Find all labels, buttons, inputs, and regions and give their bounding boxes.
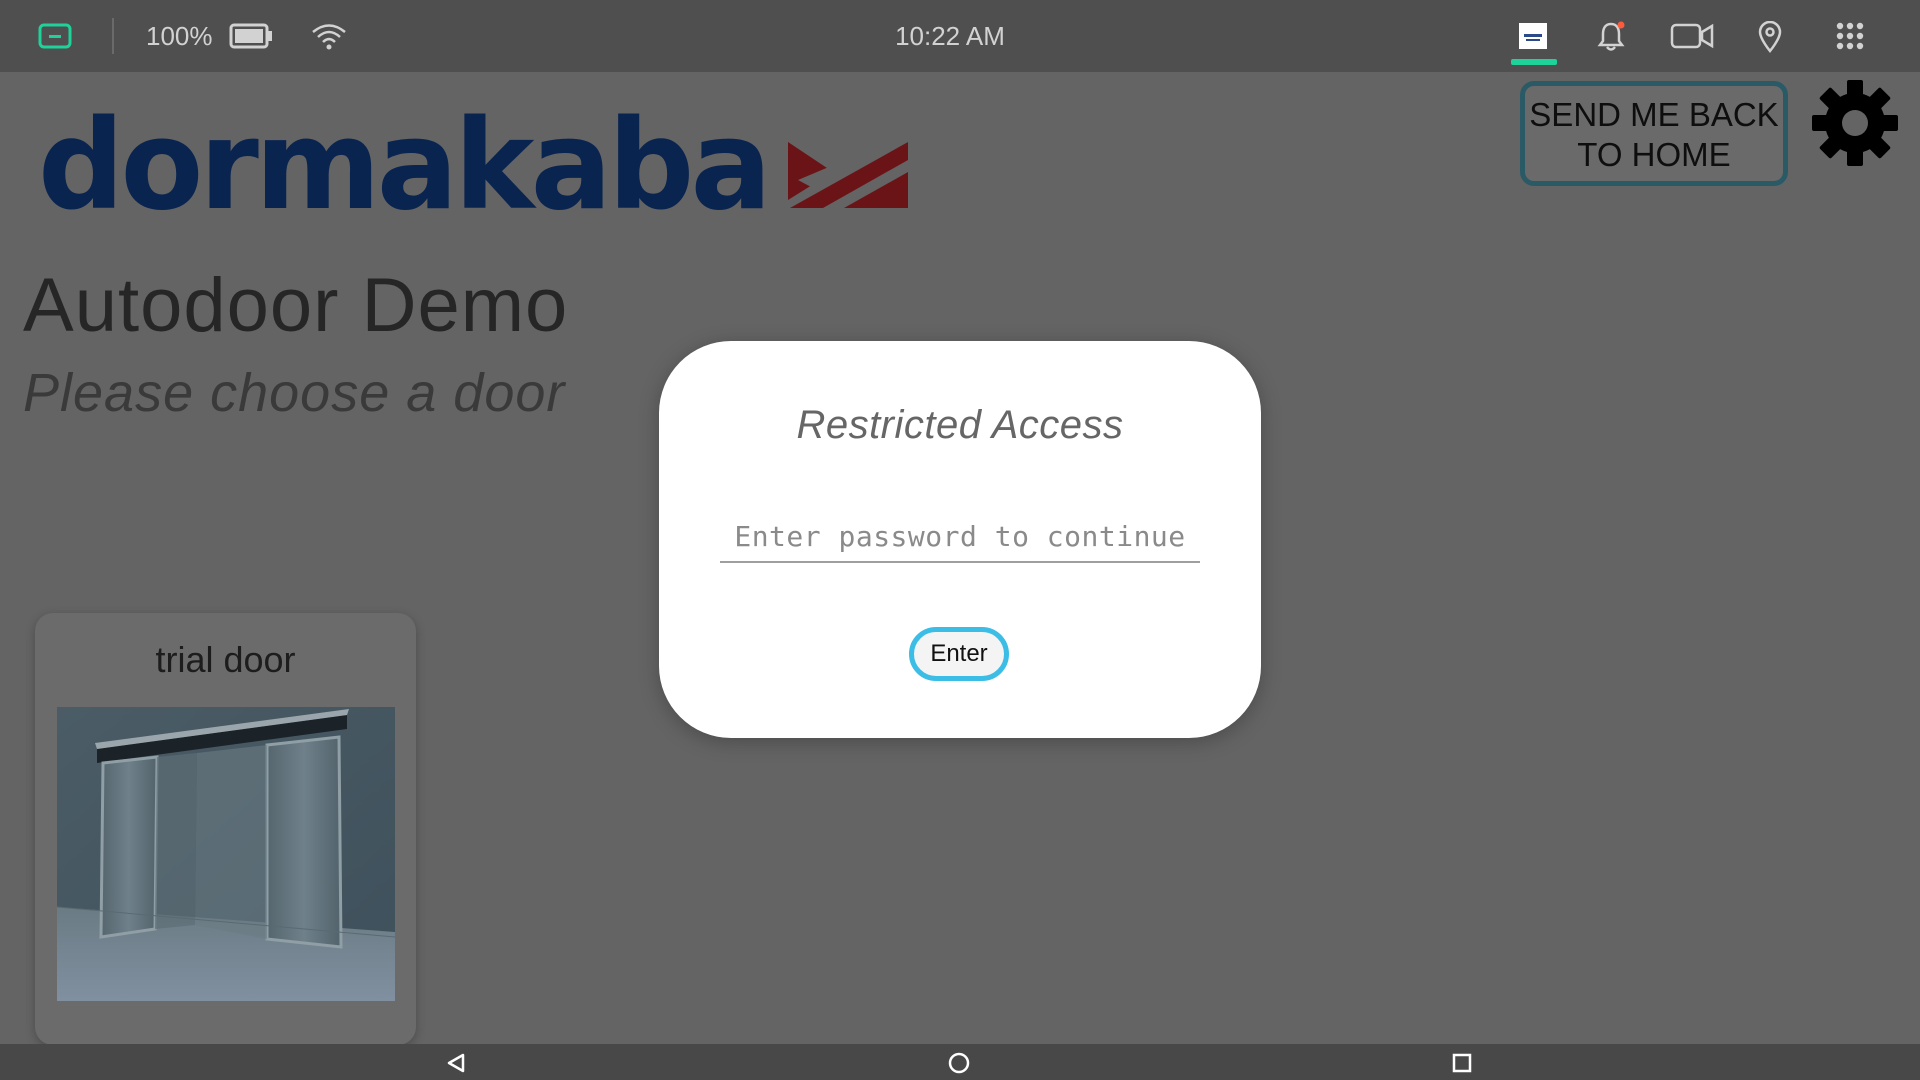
gear-icon[interactable] (1810, 78, 1900, 168)
brand-mark-icon (788, 142, 908, 208)
page-subtitle: Please choose a door (23, 363, 566, 423)
dormakaba-logo: dormakaba (38, 94, 918, 238)
dialog-title: Restricted Access (796, 403, 1124, 447)
clock: 10:22 AM (895, 20, 1005, 51)
status-bar: 100% 10:22 AM (0, 0, 1920, 72)
active-app-indicator (1511, 59, 1557, 65)
sliding-door-image (57, 707, 395, 1001)
screen-mode-icon[interactable] (38, 22, 72, 50)
screen: 100% 10:22 AM dormakaba SEND ME BACK TO … (0, 0, 1920, 1080)
battery-icon (229, 22, 273, 50)
notification-bell-icon[interactable] (1596, 20, 1626, 52)
recents-icon[interactable] (1449, 1050, 1475, 1076)
door-card[interactable]: trial door (35, 613, 416, 1045)
brand-wordmark: dormakaba (38, 100, 768, 230)
restricted-access-dialog: Restricted Access Enter (659, 341, 1261, 738)
apps-grid-icon[interactable] (1836, 22, 1864, 50)
battery-percent: 100% (146, 20, 213, 51)
app-thumbnail-icon[interactable] (1518, 22, 1548, 50)
back-icon[interactable] (443, 1050, 469, 1076)
home-icon[interactable] (946, 1050, 972, 1076)
send-home-button[interactable]: SEND ME BACK TO HOME (1520, 81, 1788, 186)
door-card-label: trial door (155, 639, 296, 680)
wifi-icon (310, 20, 348, 52)
video-camera-icon[interactable] (1670, 22, 1714, 50)
page-title: Autodoor Demo (23, 263, 569, 348)
status-divider (112, 18, 114, 54)
navigation-bar (0, 1044, 1920, 1080)
enter-button[interactable]: Enter (909, 627, 1009, 681)
location-pin-icon[interactable] (1757, 20, 1783, 54)
password-input[interactable] (720, 511, 1200, 563)
